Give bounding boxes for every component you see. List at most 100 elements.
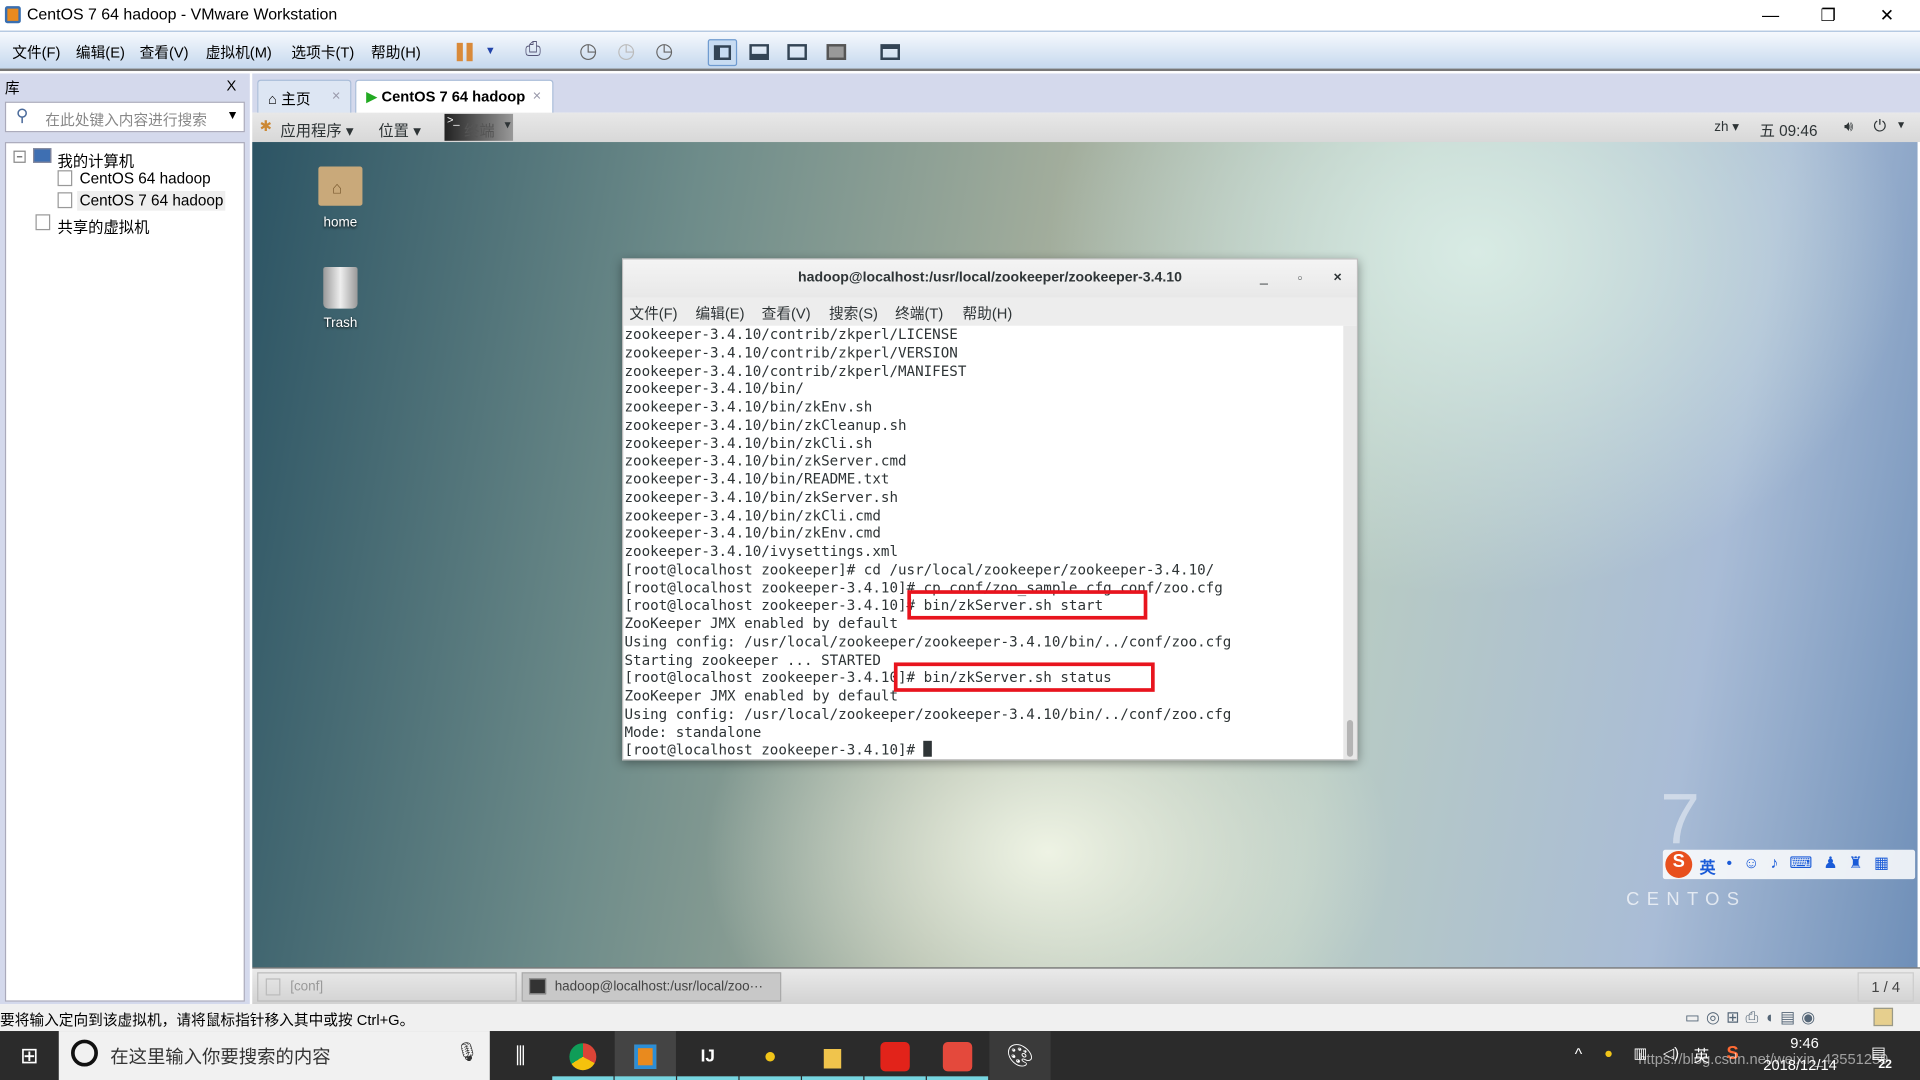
home-folder-icon[interactable]: ⌂ [318,166,363,206]
terminal-menu-edit[interactable]: 编辑(E) [696,302,745,323]
window-title: CentOS 7 64 hadoop - VMware Workstation [26,4,338,24]
taskbar-search-input[interactable]: 在这里输入你要搜索的内容 🎙︎ [58,1031,490,1080]
snapshot-icon[interactable]: ◷ [579,39,608,66]
paint-icon[interactable]: 🎨︎ [989,1031,1051,1080]
window-list-item-conf[interactable]: [conf] [257,972,517,1002]
terminal-scrollbar[interactable] [1343,325,1357,760]
qq-music-icon[interactable]: ● [739,1031,801,1080]
home-icon-label[interactable]: home [304,216,377,231]
language-label: zh [1714,120,1729,135]
terminal-close-button[interactable]: × [1333,260,1341,297]
terminal-icon: >_ [446,113,460,127]
windows-start-icon[interactable]: ⊞ [0,1031,59,1080]
menu-edit[interactable]: 编辑(E) [76,42,125,63]
taskbar-time[interactable]: 9:46 [1790,1035,1819,1052]
device-icons[interactable]: ▭◎⊞⎙◖▤◉ [1685,1008,1821,1028]
console-view-icon[interactable] [877,39,906,66]
library-search-input[interactable]: ⚲ 在此处键入内容进行搜索 ▼ [4,101,245,133]
show-hidden-icons[interactable]: ^ [1575,1044,1582,1062]
file-explorer-icon[interactable]: ▆ [802,1031,864,1080]
tree-vm-centos64[interactable]: CentOS 64 hadoop [80,170,211,187]
ime-mode[interactable]: 英 [1700,855,1716,878]
pause-icon[interactable] [453,39,482,66]
terminal-output[interactable]: zookeeper-3.4.10/contrib/zkperl/LICENSE z… [623,326,1343,759]
thumbnail-bar-icon[interactable] [746,39,775,66]
tab-centos7-close[interactable]: × [533,87,542,104]
chrome-icon[interactable] [552,1031,614,1080]
tab-centos7[interactable]: ▶ CentOS 7 64 hadoop × [355,79,554,114]
unity-icon[interactable] [823,39,852,66]
restore-button[interactable]: ❐ [1800,2,1856,26]
tree-vm-centos7[interactable]: CentOS 7 64 hadoop [77,191,226,211]
terminal-menu-search[interactable]: 搜索(S) [829,302,878,323]
title-bar: CentOS 7 64 hadoop - VMware Workstation … [0,0,1920,30]
terminal-title-bar[interactable]: hadoop@localhost:/usr/local/zookeeper/zo… [623,259,1357,298]
terminal-dropdown-icon[interactable]: ▾ [504,119,510,132]
volume-icon[interactable]: 🔊︎ [1844,118,1853,136]
terminal-line: zookeeper-3.4.10/ivysettings.xml [624,542,899,560]
terminal-menu-file[interactable]: 文件(F) [629,302,677,323]
library-close-button[interactable]: X [227,77,237,94]
shared-vm-icon [35,214,51,231]
search-icon: ⚲ [15,105,29,125]
youdao-icon[interactable] [864,1031,926,1080]
terminal-minimize-button[interactable]: _ [1260,260,1268,297]
intellij-icon[interactable]: IJ [677,1031,739,1080]
terminal-line: zookeeper-3.4.10/contrib/zkperl/MANIFEST [624,361,967,379]
language-selector[interactable]: zh ▾ [1714,119,1739,135]
menu-help[interactable]: 帮助(H) [371,42,421,63]
pause-dropdown-icon[interactable]: ▼ [485,44,496,56]
ime-toolbar[interactable]: S 英 •☺♪⌨♟♜▦ [1662,849,1916,880]
trash-icon-label[interactable]: Trash [304,316,377,331]
tab-home-close[interactable]: × [332,87,341,104]
tab-home[interactable]: ⌂ 主页 × [257,79,352,114]
tree-shared-vms[interactable]: 共享的虚拟机 [58,214,150,237]
minimize-button[interactable]: — [1742,2,1798,26]
show-library-icon[interactable] [707,39,738,67]
scrollbar-thumb[interactable] [1346,720,1354,757]
menu-tabs[interactable]: 选项卡(T) [291,42,354,63]
wps-pdf-icon[interactable] [926,1031,989,1080]
message-log-icon[interactable] [1873,1007,1894,1027]
revert-snapshot-icon[interactable]: ◷ [617,39,646,66]
notification-count: 22 [1878,1057,1892,1072]
cortana-icon [71,1039,98,1067]
terminal-app-menu[interactable]: 终端 >_ [444,113,514,141]
applications-menu[interactable]: 应用程序 ▾ [280,118,353,141]
menu-vm[interactable]: 虚拟机(M) [206,42,272,63]
windows-taskbar: ⊞ 在这里输入你要搜索的内容 🎙︎ ⫼ IJ ● ▆ 🎨︎ ^ ● ▥ ◁) 英… [0,1031,1920,1080]
close-button[interactable]: ✕ [1859,2,1915,26]
terminal-maximize-button[interactable]: ▫ [1298,260,1302,297]
library-search-placeholder: 在此处键入内容进行搜索 [45,111,207,129]
send-ctrl-alt-del-icon[interactable]: ⎙ [525,39,554,66]
qq-music-tray-icon[interactable]: ● [1604,1044,1613,1061]
centos-logo-text: CENTOS [1626,888,1747,910]
clock[interactable]: 五 09:46 [1760,118,1818,141]
workspace-indicator[interactable]: 1 / 4 [1857,972,1914,1002]
terminal-menu-view[interactable]: 查看(V) [762,302,811,323]
trash-icon[interactable] [323,266,358,309]
places-menu[interactable]: 位置 ▾ [378,118,421,141]
terminal-line: zookeeper-3.4.10/bin/ [624,379,804,398]
ime-tools-icons[interactable]: •☺♪⌨♟♜▦ [1727,853,1900,873]
window-list-item-terminal-label: hadoop@localhost:/usr/local/zoo··· [554,979,764,995]
menu-file[interactable]: 文件(F) [12,42,60,63]
menu-view[interactable]: 查看(V) [140,42,189,63]
window-list-item-terminal[interactable]: hadoop@localhost:/usr/local/zoo··· [521,972,782,1002]
menu-bar: 文件(F) 编辑(E) 查看(V) 虚拟机(M) 选项卡(T) 帮助(H) ▼ … [0,30,1920,72]
search-dropdown-icon[interactable]: ▼ [227,109,239,122]
system-menu-dropdown-icon[interactable]: ▾ [1898,119,1904,132]
microphone-icon[interactable]: 🎙︎ [456,1041,479,1063]
terminal-menu-terminal[interactable]: 终端(T) [895,302,943,323]
task-view-icon[interactable]: ⫼ [490,1031,551,1080]
sogou-icon[interactable]: S [1665,851,1693,878]
power-icon[interactable]: ⏻ [1873,116,1886,136]
full-screen-icon[interactable] [784,39,813,66]
terminal-menu-help[interactable]: 帮助(H) [962,302,1012,323]
collapse-icon[interactable]: − [13,150,26,163]
vmware-taskbar-icon[interactable] [614,1031,676,1080]
snapshot-manager-icon[interactable]: ◷ [655,39,684,66]
terminal-label: 终端 [464,122,495,140]
tree-my-computer[interactable]: 我的计算机 [58,148,135,171]
vm-running-icon: ▶ [366,88,378,106]
